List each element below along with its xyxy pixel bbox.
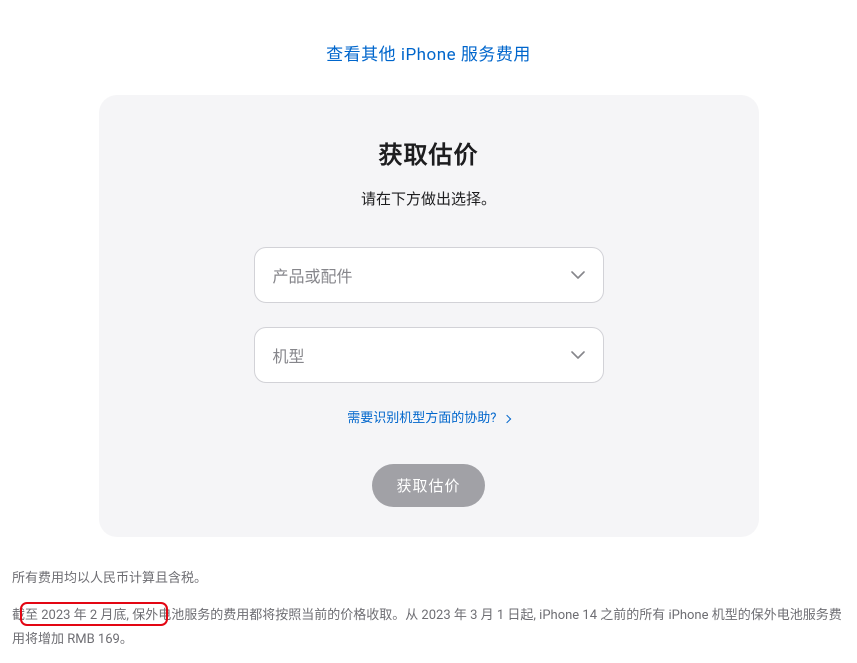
identify-model-help-link[interactable]: 需要识别机型方面的协助? bbox=[347, 411, 509, 426]
product-select-placeholder: 产品或配件 bbox=[273, 263, 353, 287]
model-select-placeholder: 机型 bbox=[273, 343, 305, 367]
chevron-right-icon bbox=[502, 414, 510, 422]
estimate-card: 获取估价 请在下方做出选择。 产品或配件 机型 需要识别机型方面的协助? 获取估… bbox=[99, 95, 759, 537]
model-select[interactable]: 机型 bbox=[254, 327, 604, 383]
chevron-down-icon bbox=[571, 271, 585, 279]
footnote-tax: 所有费用均以人民币计算且含税。 bbox=[12, 567, 845, 590]
submit-container: 获取估价 bbox=[119, 464, 739, 507]
help-link-container: 需要识别机型方面的协助? bbox=[119, 407, 739, 426]
product-select-wrapper: 产品或配件 bbox=[254, 247, 604, 303]
chevron-down-icon bbox=[571, 351, 585, 359]
help-link-text: 需要识别机型方面的协助? bbox=[347, 411, 496, 426]
get-estimate-button[interactable]: 获取估价 bbox=[372, 464, 484, 507]
top-link-container: 查看其他 iPhone 服务费用 bbox=[0, 0, 857, 95]
card-title: 获取估价 bbox=[119, 135, 739, 170]
model-select-wrapper: 机型 bbox=[254, 327, 604, 383]
card-subtitle: 请在下方做出选择。 bbox=[119, 188, 739, 209]
other-service-fees-link[interactable]: 查看其他 iPhone 服务费用 bbox=[326, 45, 531, 65]
footnotes: 所有费用均以人民币计算且含税。 截至 2023 年 2 月底, 保外电池服务的费… bbox=[0, 537, 857, 651]
footnote-price-change: 截至 2023 年 2 月底, 保外电池服务的费用都将按照当前的价格收取。从 2… bbox=[12, 604, 845, 651]
product-select[interactable]: 产品或配件 bbox=[254, 247, 604, 303]
